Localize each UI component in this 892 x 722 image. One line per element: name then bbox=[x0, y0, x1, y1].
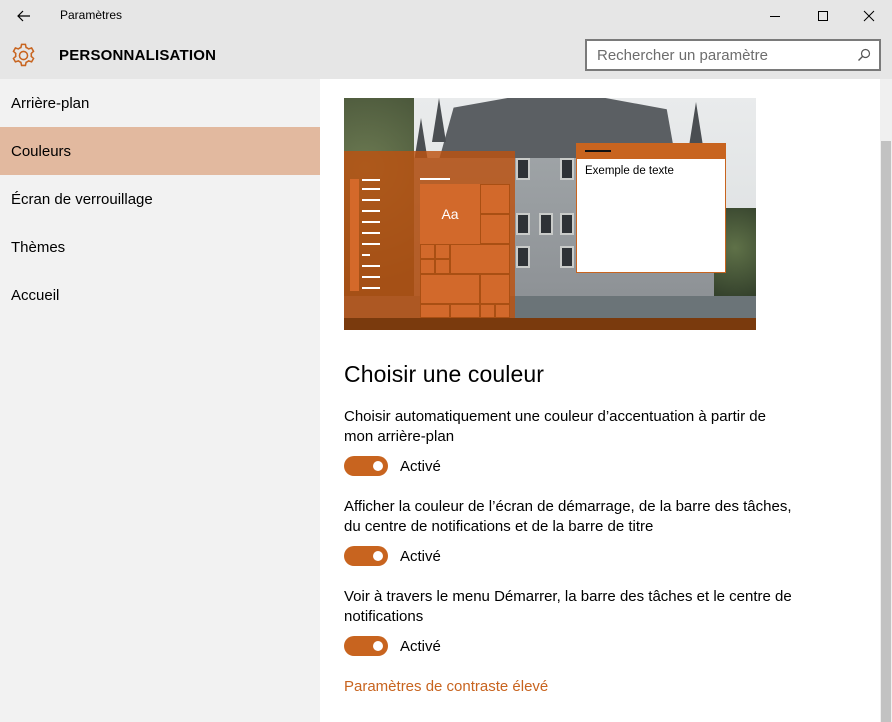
preview-taskbar bbox=[344, 318, 756, 330]
close-button[interactable] bbox=[846, 0, 892, 31]
sidebar-item-ecran-de-verrouillage[interactable]: Écran de verrouillage bbox=[0, 175, 320, 223]
start-menu-line bbox=[362, 232, 380, 234]
scrollbar[interactable] bbox=[880, 79, 892, 722]
transparency-toggle[interactable] bbox=[344, 636, 388, 656]
tile bbox=[480, 184, 510, 214]
start-menu-line bbox=[362, 276, 380, 278]
setting-transparency-label: Voir à travers le menu Démarrer, la barr… bbox=[344, 588, 792, 625]
start-menu-icons bbox=[350, 179, 359, 291]
sidebar-item-label: Thèmes bbox=[11, 238, 66, 256]
sidebar-item-label: Couleurs bbox=[11, 142, 72, 160]
minimize-button[interactable] bbox=[752, 0, 798, 31]
window-title: Paramètres bbox=[60, 8, 123, 22]
tile bbox=[435, 244, 450, 259]
sidebar-item-label: Écran de verrouillage bbox=[11, 190, 153, 208]
color-preview: Aa Exemple de texte bbox=[344, 98, 756, 330]
preview-window: Exemple de texte bbox=[576, 143, 726, 273]
setting-transparency-row: Activé bbox=[344, 636, 441, 656]
setting-show-color-label: Afficher la couleur de l’écran de démarr… bbox=[344, 498, 792, 535]
toggle-state-label: Activé bbox=[400, 457, 441, 475]
back-arrow-icon bbox=[17, 10, 30, 21]
castle-tower bbox=[689, 102, 703, 146]
start-menu-line bbox=[362, 199, 380, 201]
sidebar-item-accueil[interactable]: Accueil bbox=[0, 271, 320, 319]
preview-tiles: Aa bbox=[420, 184, 510, 318]
castle-window bbox=[516, 213, 530, 235]
sidebar: Arrière-plan Couleurs Écran de verrouill… bbox=[0, 79, 320, 722]
castle-window bbox=[560, 246, 574, 268]
tile bbox=[450, 304, 480, 318]
sidebar-item-themes[interactable]: Thèmes bbox=[0, 223, 320, 271]
start-menu-line bbox=[362, 254, 370, 256]
minimize-icon bbox=[770, 15, 780, 17]
scrollbar-thumb[interactable] bbox=[881, 141, 891, 722]
start-menu-line bbox=[362, 188, 380, 190]
castle-window bbox=[516, 246, 530, 268]
start-menu-line bbox=[362, 243, 380, 245]
castle-window bbox=[516, 158, 530, 180]
tiles-header-line bbox=[420, 178, 450, 180]
castle-window bbox=[560, 213, 574, 235]
preview-start-menu: Aa bbox=[344, 151, 515, 318]
start-menu-line bbox=[362, 287, 380, 289]
tile bbox=[435, 259, 450, 274]
start-menu-line bbox=[362, 210, 380, 212]
sidebar-item-label: Arrière-plan bbox=[11, 94, 90, 112]
start-menu-line bbox=[362, 221, 380, 223]
tile bbox=[495, 304, 510, 318]
castle-window bbox=[560, 158, 574, 180]
search-icon[interactable] bbox=[851, 42, 877, 68]
toggle-state-label: Activé bbox=[400, 547, 441, 565]
tile bbox=[420, 274, 480, 304]
sidebar-item-label: Accueil bbox=[11, 286, 60, 304]
title-bar: Paramètres bbox=[0, 0, 892, 31]
maximize-button[interactable] bbox=[800, 0, 846, 31]
show-color-toggle[interactable] bbox=[344, 546, 388, 566]
sidebar-item-couleurs[interactable]: Couleurs bbox=[0, 127, 320, 175]
page-title: PERSONNALISATION bbox=[59, 47, 217, 64]
tile bbox=[420, 304, 450, 318]
castle-window bbox=[539, 213, 553, 235]
maximize-icon bbox=[818, 10, 828, 21]
search-box[interactable] bbox=[585, 39, 881, 71]
tile bbox=[480, 304, 495, 318]
tile bbox=[420, 244, 435, 259]
castle-tower bbox=[432, 98, 446, 142]
high-contrast-settings-link[interactable]: Paramètres de contraste élevé bbox=[344, 678, 548, 695]
preview-sample-text: Exemple de texte bbox=[585, 165, 674, 177]
main-content: Aa Exemple de texte Choisir une couleur … bbox=[320, 79, 880, 722]
section-title: Choisir une couleur bbox=[344, 361, 545, 387]
gear-icon bbox=[12, 43, 35, 67]
start-menu-line bbox=[362, 265, 380, 267]
search-input[interactable] bbox=[587, 41, 851, 69]
auto-accent-toggle[interactable] bbox=[344, 456, 388, 476]
start-menu-line bbox=[362, 179, 380, 181]
close-icon bbox=[863, 10, 875, 21]
tile bbox=[450, 244, 510, 274]
tile bbox=[480, 274, 510, 304]
toggle-state-label: Activé bbox=[400, 637, 441, 655]
settings-header: PERSONNALISATION bbox=[0, 31, 892, 79]
preview-window-titlebar bbox=[577, 144, 725, 159]
setting-auto-accent-row: Activé bbox=[344, 456, 441, 476]
setting-auto-accent-label: Choisir automatiquement une couleur d’ac… bbox=[344, 408, 766, 445]
tile bbox=[480, 214, 510, 244]
sidebar-item-arriere-plan[interactable]: Arrière-plan bbox=[0, 79, 320, 127]
back-button[interactable] bbox=[6, 0, 42, 31]
tile bbox=[420, 259, 435, 274]
tile-aa: Aa bbox=[441, 206, 459, 222]
setting-show-color-row: Activé bbox=[344, 546, 441, 566]
